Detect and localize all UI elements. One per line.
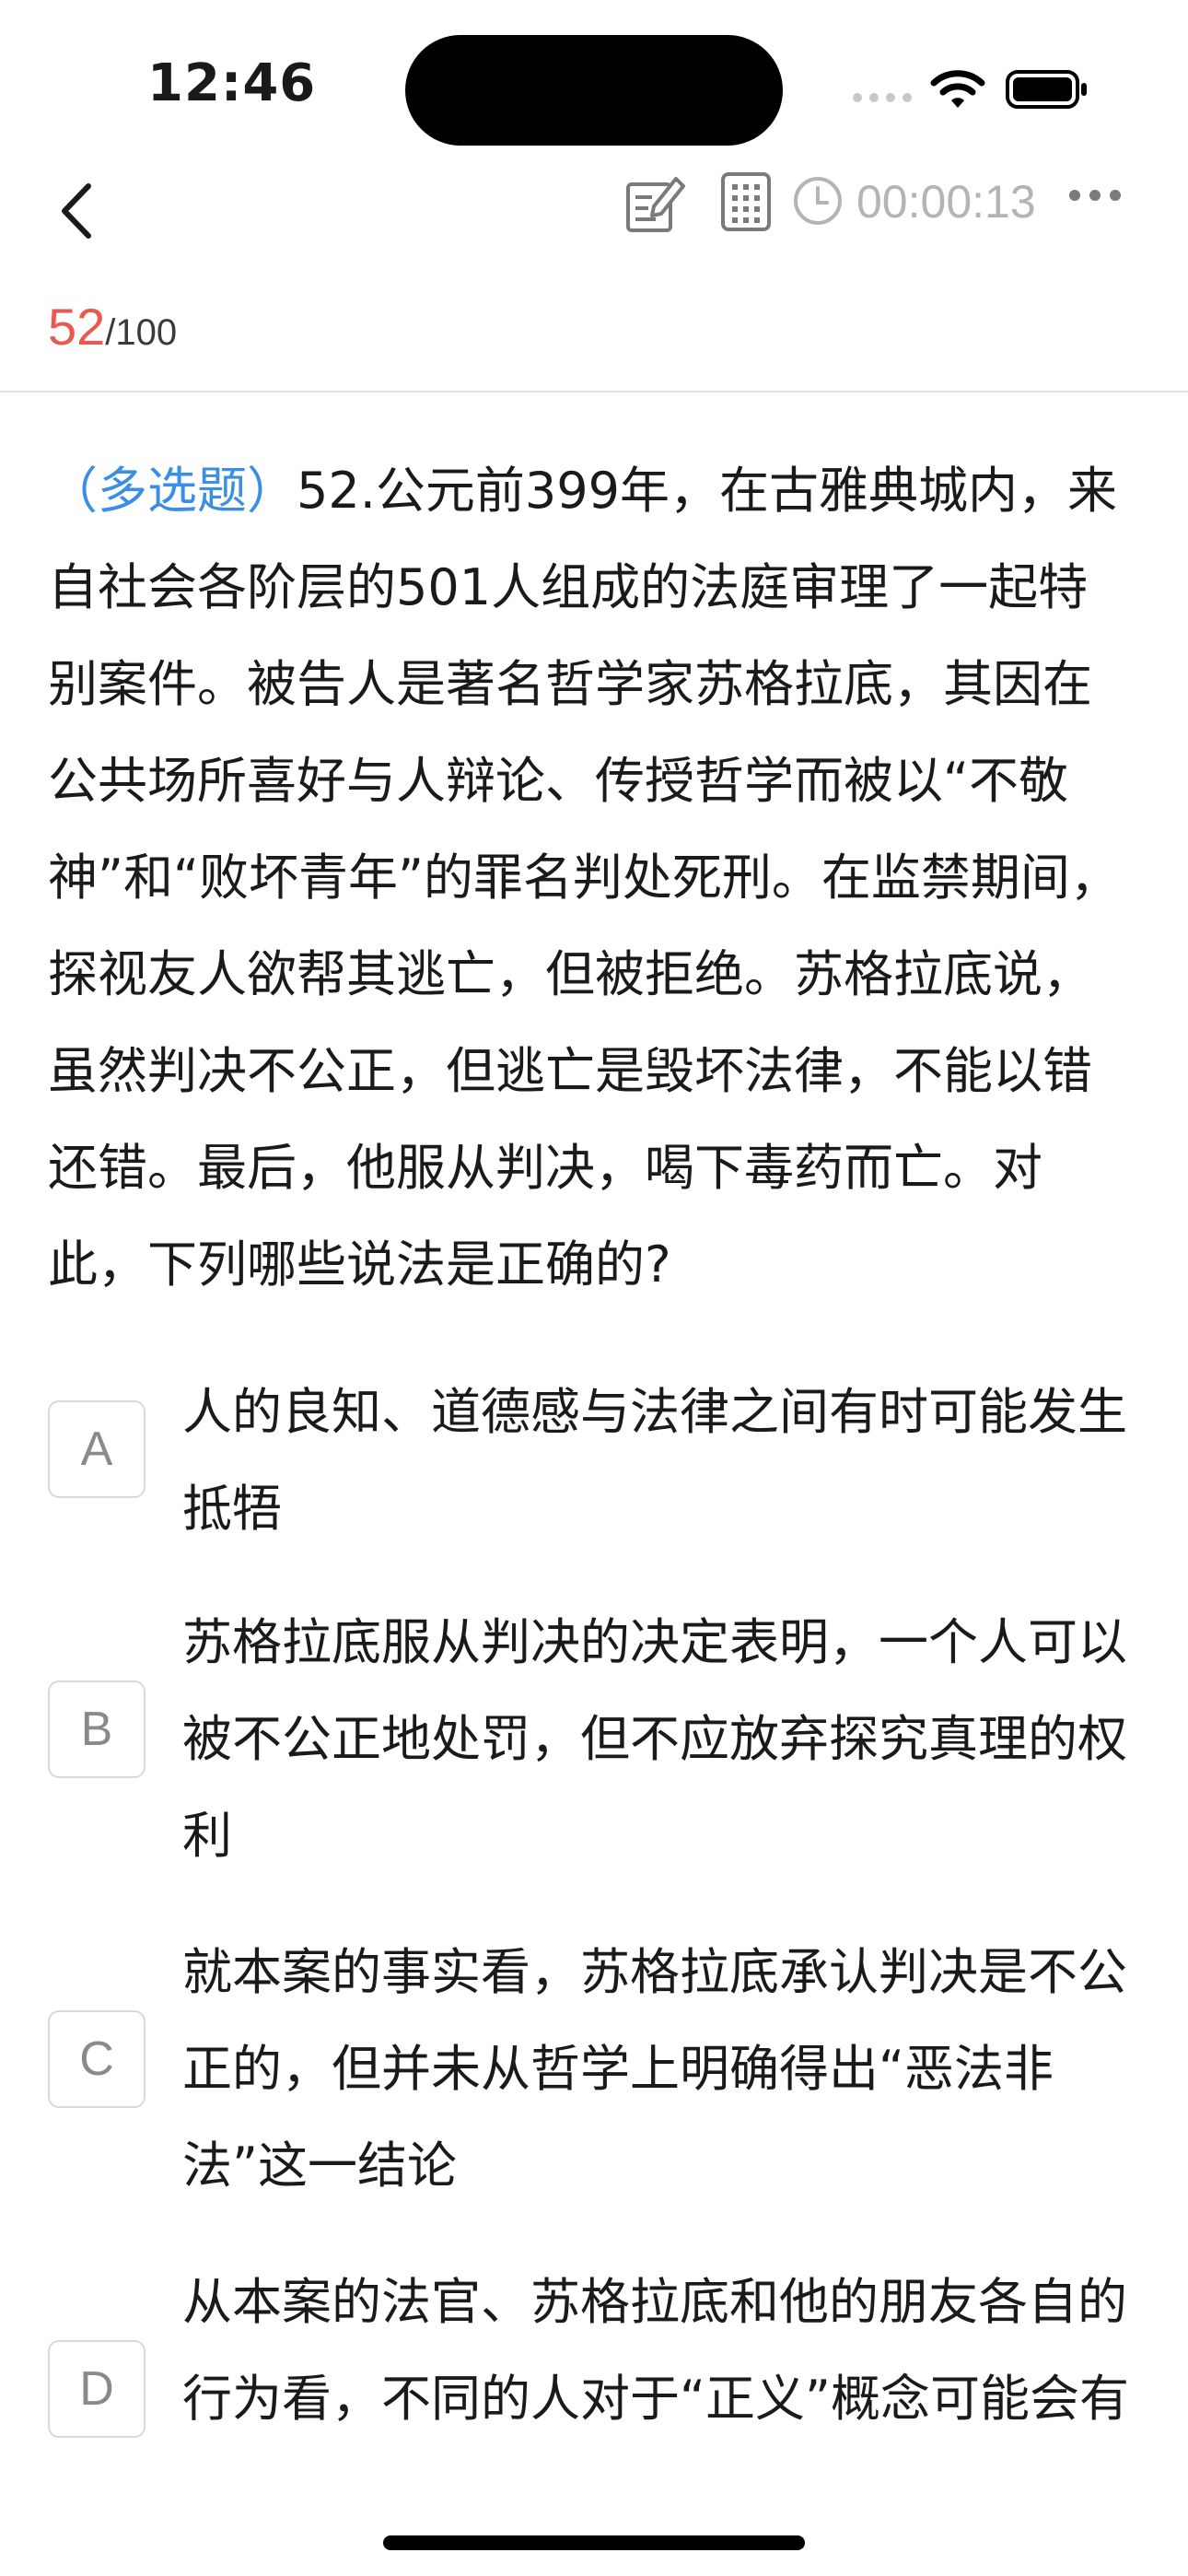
option-text[interactable]: 就本案的事实看，苏格拉底承认判决是不公正的，但并未从哲学上明确得出“恶法非法”这… (182, 1924, 1159, 2214)
option-text[interactable]: 苏格拉底服从判决的决定表明，一个人可以被不公正地处罚，但不应放弃探究真理的权利 (182, 1594, 1159, 1884)
question-type-label: （多选题） (48, 462, 297, 520)
option-letter[interactable]: D (48, 2340, 146, 2438)
option-text[interactable]: 人的良知、道德感与法律之间有时可能发生抵牾 (182, 1364, 1159, 1557)
wifi-icon (930, 70, 985, 108)
nav-bar: 00:00:13 (0, 157, 1188, 276)
home-indicator[interactable] (383, 2535, 805, 2550)
progress-current: 52 (48, 298, 106, 356)
elapsed-timer: 00:00:13 (856, 176, 1036, 228)
status-time: 12:46 (147, 53, 317, 113)
option-letter[interactable]: A (48, 1400, 146, 1498)
dynamic-island (405, 35, 783, 146)
header-divider (0, 391, 1188, 392)
edit-note-icon[interactable] (621, 170, 687, 236)
bottom-safe-area (0, 2469, 1188, 2576)
clock-icon (794, 177, 842, 225)
status-bar: 12:46 (0, 0, 1188, 157)
answer-sheet-grid-icon[interactable] (720, 171, 772, 232)
question-stem: （多选题）52.公元前399年，在古雅典城内，来自社会各阶层的501人组成的法庭… (48, 442, 1135, 1313)
question-text: 52.公元前399年，在古雅典城内，来自社会各阶层的501人组成的法庭审理了一起… (48, 462, 1120, 1294)
question-progress: 52/100 (48, 297, 177, 370)
option-letter[interactable]: C (48, 2010, 146, 2108)
progress-total: /100 (105, 312, 178, 353)
more-icon[interactable] (1068, 188, 1122, 203)
battery-icon (1006, 70, 1087, 109)
back-icon[interactable] (52, 170, 107, 252)
option-letter[interactable]: B (48, 1680, 146, 1778)
signal-icon (853, 93, 912, 102)
